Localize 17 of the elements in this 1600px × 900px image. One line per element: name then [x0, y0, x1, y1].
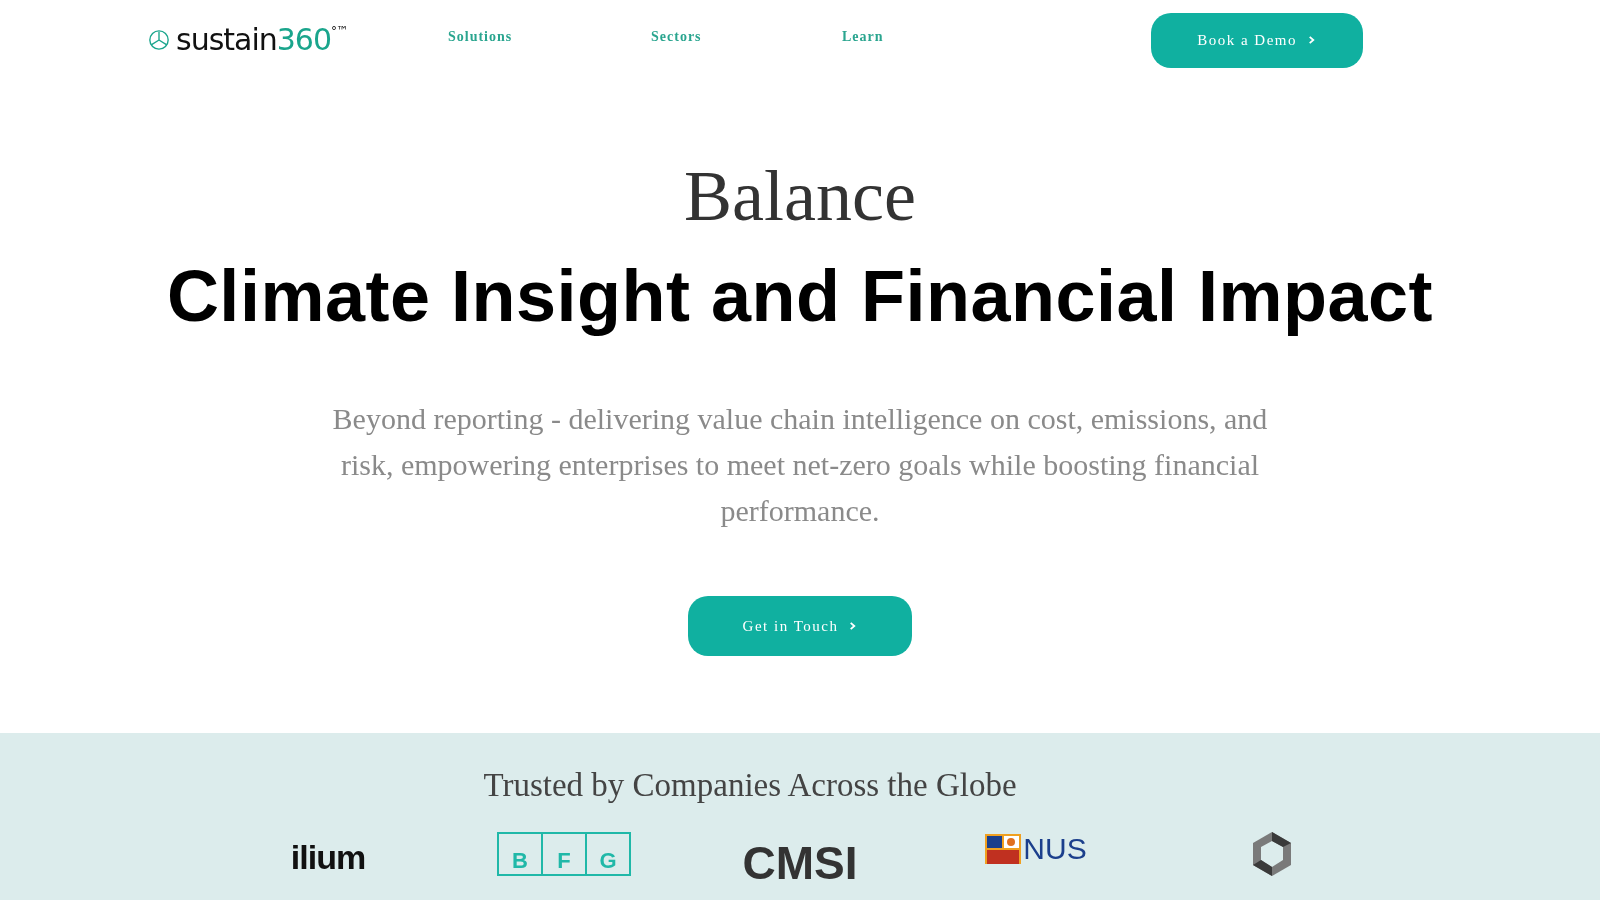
- logo[interactable]: sustain360°™: [148, 25, 448, 55]
- hero-eyebrow: Balance: [684, 160, 916, 232]
- nav-link[interactable]: Learn: [842, 29, 884, 45]
- client-logo: NUS: [985, 834, 1087, 865]
- hero-title: Climate Insight and Financial Impact: [166, 257, 1434, 337]
- clients-title: Trusted by Companies Across the Globe: [483, 767, 1017, 805]
- chevron-icon: [848, 621, 858, 632]
- client-logo: ilium: [290, 838, 366, 878]
- get-in-touch-button[interactable]: Get in Touch: [688, 596, 912, 657]
- client-logo: B F G: [497, 832, 631, 877]
- chevron-icon: [1306, 35, 1316, 45]
- hero-text: Beyond reporting - delivering value chain intelligence on cost, emissions, and risk, empowering enterprises to meet net-zero goals while boosting financial performance.: [331, 401, 1269, 530]
- book-demo-button[interactable]: Book a Demo: [1150, 12, 1363, 68]
- nav-link[interactable]: Solutions: [448, 29, 651, 45]
- hexagon-logo: [1250, 832, 1294, 877]
- nav-link[interactable]: Sectors: [651, 29, 842, 45]
- client-logo: CMSI: [742, 840, 858, 887]
